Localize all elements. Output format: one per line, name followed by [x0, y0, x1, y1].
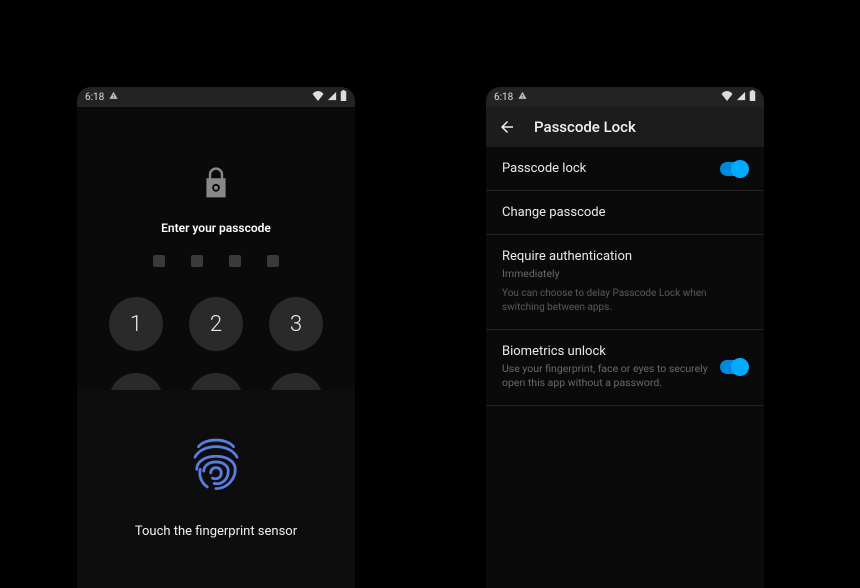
setting-description: Use your fingerprint, face or eyes to se… [502, 362, 708, 390]
setting-passcode-lock[interactable]: Passcode lock [486, 147, 764, 191]
status-bar: 6:18 [486, 87, 764, 107]
pin-indicator [153, 255, 279, 267]
battery-icon [340, 90, 347, 104]
setting-description: You can choose to delay Passcode Lock wh… [502, 287, 748, 315]
phone-settings-screen: 6:18 Passcode Lock [486, 87, 764, 588]
back-icon[interactable] [498, 118, 516, 136]
page-title: Passcode Lock [534, 118, 636, 136]
wifi-icon [721, 91, 733, 104]
toggle-biometrics[interactable] [720, 360, 748, 374]
setting-require-auth[interactable]: Require authentication Immediately You c… [486, 235, 764, 330]
warning-icon [109, 91, 118, 103]
app-bar: Passcode Lock [486, 107, 764, 147]
signal-icon [736, 91, 746, 104]
setting-subtitle: Immediately [502, 267, 748, 281]
phone-lock-screen: 6:18 [77, 87, 355, 588]
warning-icon [518, 91, 527, 103]
status-time: 6:18 [494, 92, 513, 103]
status-bar: 6:18 [77, 87, 355, 107]
setting-title: Require authentication [502, 249, 748, 264]
setting-title: Biometrics unlock [502, 344, 708, 359]
status-time: 6:18 [85, 92, 104, 103]
pin-dot [267, 255, 279, 267]
lock-icon [201, 165, 231, 201]
passcode-prompt: Enter your passcode [161, 221, 271, 235]
setting-biometrics[interactable]: Biometrics unlock Use your fingerprint, … [486, 330, 764, 405]
settings-list: Passcode lock Change passcode Require au… [486, 147, 764, 406]
toggle-passcode-lock[interactable] [720, 162, 748, 176]
lock-area: Enter your passcode 1 2 3 4 5 6 [77, 107, 355, 427]
pin-dot [229, 255, 241, 267]
key-1[interactable]: 1 [109, 297, 163, 351]
wifi-icon [312, 91, 324, 104]
fingerprint-prompt: Touch the fingerprint sensor [135, 524, 297, 539]
pin-dot [153, 255, 165, 267]
setting-title: Change passcode [502, 205, 606, 220]
fingerprint-sheet: Touch the fingerprint sensor [77, 390, 355, 588]
key-2[interactable]: 2 [189, 297, 243, 351]
fingerprint-icon[interactable] [188, 434, 244, 500]
key-3[interactable]: 3 [269, 297, 323, 351]
signal-icon [327, 91, 337, 104]
battery-icon [749, 90, 756, 104]
setting-title: Passcode lock [502, 161, 586, 176]
pin-dot [191, 255, 203, 267]
setting-change-passcode[interactable]: Change passcode [486, 191, 764, 235]
